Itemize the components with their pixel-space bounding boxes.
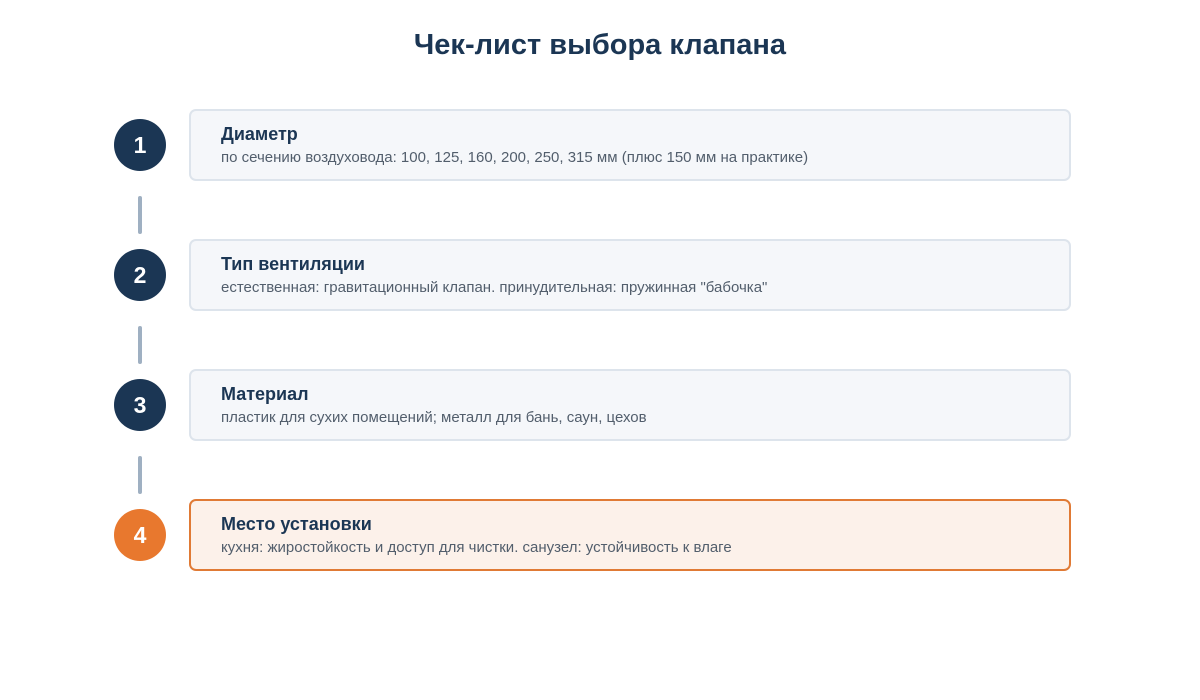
step-number-badge: 3 [114, 379, 166, 431]
step-title: Диаметр [221, 124, 298, 144]
step-card: Тип вентиляции естественная: гравитацион… [189, 239, 1071, 311]
step-connector [138, 456, 142, 494]
step-card: Диаметр по сечению воздуховода: 100, 125… [189, 109, 1071, 181]
step-title: Тип вентиляции [221, 254, 365, 274]
step-connector [138, 196, 142, 234]
step-description: пластик для сухих помещений; металл для … [221, 409, 647, 426]
step-number-badge: 4 [114, 509, 166, 561]
step-title: Материал [221, 384, 309, 404]
checklist-step: 1 Диаметр по сечению воздуховода: 100, 1… [0, 109, 1200, 181]
step-connector [138, 326, 142, 364]
step-number-badge: 2 [114, 249, 166, 301]
step-number-badge: 1 [114, 119, 166, 171]
step-title: Место установки [221, 514, 372, 534]
page-title: Чек-лист выбора клапана [413, 29, 787, 61]
checklist-step: 3 Материал пластик для сухих помещений; … [0, 369, 1200, 441]
step-description: по сечению воздуховода: 100, 125, 160, 2… [221, 149, 809, 166]
checklist-step: 2 Тип вентиляции естественная: гравитаци… [0, 239, 1200, 311]
step-description: естественная: гравитационный клапан. при… [221, 279, 768, 296]
step-description: кухня: жиростойкость и доступ для чистки… [221, 539, 732, 556]
step-card: Материал пластик для сухих помещений; ме… [189, 369, 1071, 441]
checklist-step-highlighted: 4 Место установки кухня: жиростойкость и… [0, 499, 1200, 571]
step-card-highlighted: Место установки кухня: жиростойкость и д… [189, 499, 1071, 571]
